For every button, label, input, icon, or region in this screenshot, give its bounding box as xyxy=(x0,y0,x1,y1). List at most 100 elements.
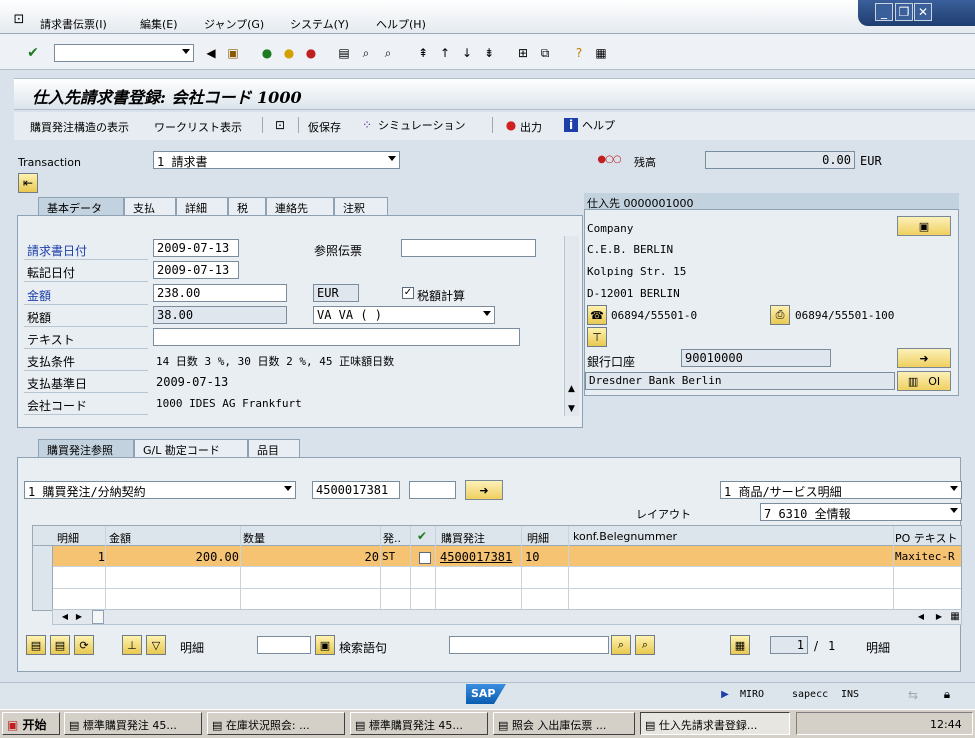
detail-icon[interactable]: ▤ xyxy=(26,635,46,655)
enter-icon[interactable]: ✔ xyxy=(24,44,42,62)
next-page-icon[interactable]: ↓ xyxy=(458,44,476,62)
cell-item[interactable]: 1 xyxy=(55,550,105,564)
print-icon[interactable]: ▤ xyxy=(335,44,353,62)
reference-field[interactable] xyxy=(401,239,536,257)
bank-details-button[interactable]: ➜ xyxy=(897,348,951,368)
prev-page-icon[interactable]: ↑ xyxy=(436,44,454,62)
exit-icon[interactable]: ● xyxy=(280,44,298,62)
save-icon[interactable]: ▣ xyxy=(224,44,242,62)
transaction-select[interactable]: 1 請求書 xyxy=(153,151,400,169)
tax-code-select[interactable]: VA VA ( ) xyxy=(313,306,495,324)
col-header-quantity[interactable]: 数量 xyxy=(243,530,265,546)
col-header-po-text[interactable]: PO テキスト xyxy=(895,530,957,546)
back-icon[interactable]: ● xyxy=(258,44,276,62)
text-field[interactable] xyxy=(153,328,520,346)
open-items-button[interactable]: ▥ OI xyxy=(897,371,951,391)
status-toggle-icon[interactable]: ▶ xyxy=(716,686,734,704)
layout-select[interactable]: 7_6310 全情報 xyxy=(760,503,962,521)
col-header-po-item[interactable]: 明細 xyxy=(527,530,549,546)
search-term-field[interactable] xyxy=(449,636,609,654)
tab-notes[interactable]: 注釈 xyxy=(334,197,388,215)
customize-layout-icon[interactable]: ▦ xyxy=(592,44,610,62)
show-po-structure-button[interactable]: 購買発注構造の表示 xyxy=(30,119,129,135)
calculator-icon[interactable]: ▦ xyxy=(730,635,750,655)
tab-po-reference[interactable]: 購買発注参照 xyxy=(38,439,134,457)
tab-payment[interactable]: 支払 xyxy=(124,197,176,215)
item-field[interactable] xyxy=(257,636,311,654)
col-header-amount[interactable]: 金額 xyxy=(109,530,131,546)
cell-amount[interactable]: 200.00 xyxy=(109,550,239,564)
command-field[interactable] xyxy=(54,44,194,62)
close-icon[interactable]: ✕ xyxy=(914,3,932,21)
po-number-field[interactable]: 4500017381 xyxy=(312,481,400,499)
back-arrow-icon[interactable]: ◀ xyxy=(202,44,220,62)
hold-button[interactable]: 仮保存 xyxy=(308,119,341,135)
col-header-order-unit[interactable]: 発.. xyxy=(383,530,401,546)
find-icon[interactable]: ⌕ xyxy=(611,635,631,655)
menu-item-goto[interactable]: ジャンプ(G) xyxy=(204,16,264,32)
col-header-konf[interactable]: konf.Belegnummer xyxy=(573,530,677,543)
help-button[interactable]: ヘルプ xyxy=(582,117,615,133)
cell-quantity[interactable]: 20 xyxy=(243,550,379,564)
taskbar-item-4[interactable]: ▤ 照会 入出庫伝票 ... xyxy=(493,712,635,735)
output-button[interactable]: 出力 xyxy=(520,119,542,135)
vendor-edit-button[interactable]: ▣ xyxy=(897,216,951,236)
select-all-icon[interactable]: ✔ xyxy=(413,527,431,545)
page-current-field[interactable]: 1 xyxy=(770,636,808,654)
fax-icon[interactable]: ⎙ xyxy=(770,305,790,325)
cell-checkbox[interactable] xyxy=(419,552,431,564)
new-session-icon[interactable]: ⊞ xyxy=(514,44,532,62)
detail-2-icon[interactable]: ▤ xyxy=(50,635,70,655)
scroll-down-icon[interactable]: ▼ xyxy=(564,400,579,418)
scroll-right-icon[interactable]: ▶ xyxy=(70,608,88,626)
contact-icon[interactable]: ⊤ xyxy=(587,327,607,347)
expand-header-icon[interactable]: ⇤ xyxy=(18,173,38,193)
cell-po-text[interactable]: Maxitec-R xyxy=(895,550,955,563)
taskbar-item-2[interactable]: ▤ 在庫状況照会: ... xyxy=(207,712,345,735)
item-type-select[interactable]: 1 商品/サービス明細 xyxy=(720,481,962,499)
menu-item-system[interactable]: システム(Y) xyxy=(290,16,349,32)
layout-icon[interactable]: ⊡ xyxy=(271,116,289,134)
tab-gl-account[interactable]: G/L 勘定コード xyxy=(134,439,248,457)
taskbar-item-1[interactable]: ▤ 標準購買発注 45... xyxy=(64,712,202,735)
tab-contact[interactable]: 連絡先 xyxy=(266,197,334,215)
po-item-field[interactable] xyxy=(409,481,456,499)
tab-basic-data[interactable]: 基本データ xyxy=(38,197,124,215)
scroll-up-icon[interactable]: ▲ xyxy=(564,380,579,398)
scroll-left-end-icon[interactable]: ◀ xyxy=(912,608,930,626)
calc-tax-checkbox[interactable]: ✓ xyxy=(402,287,414,299)
menu-item-invoice[interactable]: 請求書伝票(I) xyxy=(40,16,107,32)
taskbar-item-3[interactable]: ▤ 標準購買発注 45... xyxy=(350,712,488,735)
minimize-icon[interactable]: _ xyxy=(875,3,893,21)
invoice-date-field[interactable]: 2009-07-13 xyxy=(153,239,239,257)
start-button[interactable]: ▣ 开始 xyxy=(2,712,60,735)
last-page-icon[interactable]: ⇟ xyxy=(480,44,498,62)
search-term-icon[interactable]: ▣ xyxy=(315,635,335,655)
shortcut-icon[interactable]: ⧉ xyxy=(536,44,554,62)
find-next-icon[interactable]: ⌕ xyxy=(379,44,397,62)
simulate-button[interactable]: シミュレーション xyxy=(378,117,466,133)
sort-icon[interactable]: ⊥ xyxy=(122,635,142,655)
cancel-icon[interactable]: ● xyxy=(302,44,320,62)
scroll-thumb[interactable] xyxy=(92,610,104,624)
find-icon[interactable]: ⌕ xyxy=(357,44,375,62)
simulate-icon[interactable]: ⁘ xyxy=(358,116,376,134)
menu-item-help[interactable]: ヘルプ(H) xyxy=(376,16,426,32)
tab-details[interactable]: 詳細 xyxy=(176,197,228,215)
cell-po-link[interactable]: 4500017381 xyxy=(440,550,512,564)
table-hscroll[interactable] xyxy=(52,609,962,625)
phone-icon[interactable]: ☎ xyxy=(587,305,607,325)
find-next-icon[interactable]: ⌕ xyxy=(635,635,655,655)
menu-item-edit[interactable]: 編集(E) xyxy=(140,16,178,32)
worklist-button[interactable]: ワークリスト表示 xyxy=(154,119,242,135)
col-header-po[interactable]: 購買発注 xyxy=(441,530,485,546)
cell-po-item[interactable]: 10 xyxy=(525,550,539,564)
table-settings-icon[interactable]: ▦ xyxy=(946,608,964,626)
taskbar-item-5-active[interactable]: ▤ 仕入先請求書登録... xyxy=(640,712,790,735)
posting-date-field[interactable]: 2009-07-13 xyxy=(153,261,239,279)
output-icon[interactable]: ● xyxy=(502,116,520,134)
info-icon[interactable]: i xyxy=(564,118,578,132)
filter-icon[interactable]: ▽ xyxy=(146,635,166,655)
amount-field[interactable]: 238.00 xyxy=(153,284,287,302)
restore-icon[interactable]: ❐ xyxy=(895,3,913,21)
